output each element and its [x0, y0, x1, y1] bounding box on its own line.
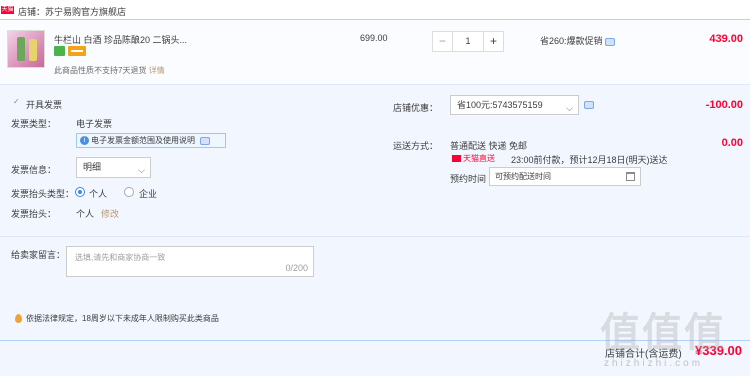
service-icon	[54, 46, 65, 56]
invoice-info-select[interactable]: 明细 ⌵	[76, 157, 151, 178]
seller-message-textarea[interactable]: 选填,请先和商家协商一致 0/200	[66, 246, 314, 277]
shop-header: 天猫 店铺：苏宁易购官方旗舰店	[0, 0, 750, 19]
shipping-method: 普通配送 快递 免邮	[450, 141, 528, 151]
invoice-edit-link[interactable]: 修改	[101, 207, 119, 220]
invoice-info-value: 明细	[83, 162, 102, 172]
chevron-down-icon: ⌵	[138, 165, 145, 175]
unit-price: 699.00	[360, 33, 388, 43]
shipping-label: 运送方式：	[393, 141, 439, 151]
calendar-icon[interactable]	[626, 172, 635, 181]
memo-placeholder: 选填,请先和商家协商一致	[75, 253, 166, 262]
invoice-header-label: 发票抬头：	[11, 209, 57, 219]
invoice-tip-text: 电子发票金额范围及使用说明	[91, 136, 195, 145]
schedule-label: 预约时间	[450, 174, 487, 184]
location-pin-icon	[15, 314, 22, 324]
radio-personal-label[interactable]: 个人	[89, 187, 107, 200]
coupon-select[interactable]: 省100元:5743575159 ⌵	[450, 95, 579, 115]
radio-personal[interactable]	[75, 187, 85, 197]
tmall-icon	[452, 155, 461, 163]
radio-company-label[interactable]: 企业	[139, 187, 157, 200]
delivery-estimate: 23:00前付款，预计12月18日(明天)送达	[511, 155, 668, 165]
watermark-url: zhizhizhi.com	[604, 358, 704, 369]
info-icon: i	[80, 136, 89, 145]
chat-icon[interactable]	[584, 101, 594, 109]
invoice-type-label: 发票类型：	[11, 119, 57, 129]
product-thumbnail[interactable]	[7, 30, 45, 68]
coupon-label: 店铺优惠：	[393, 103, 439, 113]
watermark-logo: 值值值	[600, 311, 726, 355]
shipping-fee: 0.00	[721, 137, 743, 149]
tmall-direct-badge: 天猫直送	[452, 153, 495, 164]
tmall-badge: 天猫	[1, 6, 14, 14]
invoice-open-label[interactable]: 开具发票	[26, 98, 62, 111]
invoice-info-label: 发票信息：	[11, 165, 57, 175]
return-notice: 此商品性质不支持7天退货 详情	[54, 66, 165, 75]
invoice-tip[interactable]: i 电子发票金额范围及使用说明	[76, 133, 226, 148]
memo-label: 给卖家留言：	[11, 250, 66, 260]
age-restriction-notice: 依据法律规定，18周岁以下未成年人限制购买此类商品	[15, 313, 219, 324]
qty-plus-button[interactable]: +	[483, 32, 503, 51]
invoice-header-value: 个人	[76, 209, 95, 219]
schedule-time-value: 可预约配送时间	[495, 172, 551, 181]
shop-name[interactable]: 店铺：苏宁易购官方旗舰店	[18, 5, 126, 18]
chevron-down-icon: ⌵	[566, 103, 573, 113]
radio-company[interactable]	[124, 187, 134, 197]
coupon-amount: -100.00	[705, 99, 743, 111]
section-divider	[0, 236, 750, 237]
coupon-value: 省100元:5743575159	[457, 100, 543, 110]
invoice-type-value: 电子发票	[76, 119, 113, 129]
checkmark-icon[interactable]: ✓	[13, 98, 21, 106]
notice-details-link[interactable]: 详情	[149, 66, 165, 75]
qty-input[interactable]: 1	[453, 32, 483, 51]
chat-icon[interactable]	[605, 37, 616, 46]
card-icon	[68, 46, 86, 56]
memo-counter: 0/200	[285, 263, 308, 273]
qty-minus-button[interactable]: −	[433, 32, 453, 51]
product-name[interactable]: 牛栏山 白酒 珍品陈酿20 二锅头...	[54, 33, 187, 46]
chat-icon	[200, 136, 211, 145]
invoice-header-type-label: 发票抬头类型：	[11, 189, 75, 199]
promo-text: 省260:爆款促销	[540, 34, 616, 47]
item-subtotal: 439.00	[709, 33, 743, 45]
quantity-stepper: − 1 +	[432, 31, 504, 52]
schedule-time-input[interactable]: 可预约配送时间	[489, 167, 641, 186]
